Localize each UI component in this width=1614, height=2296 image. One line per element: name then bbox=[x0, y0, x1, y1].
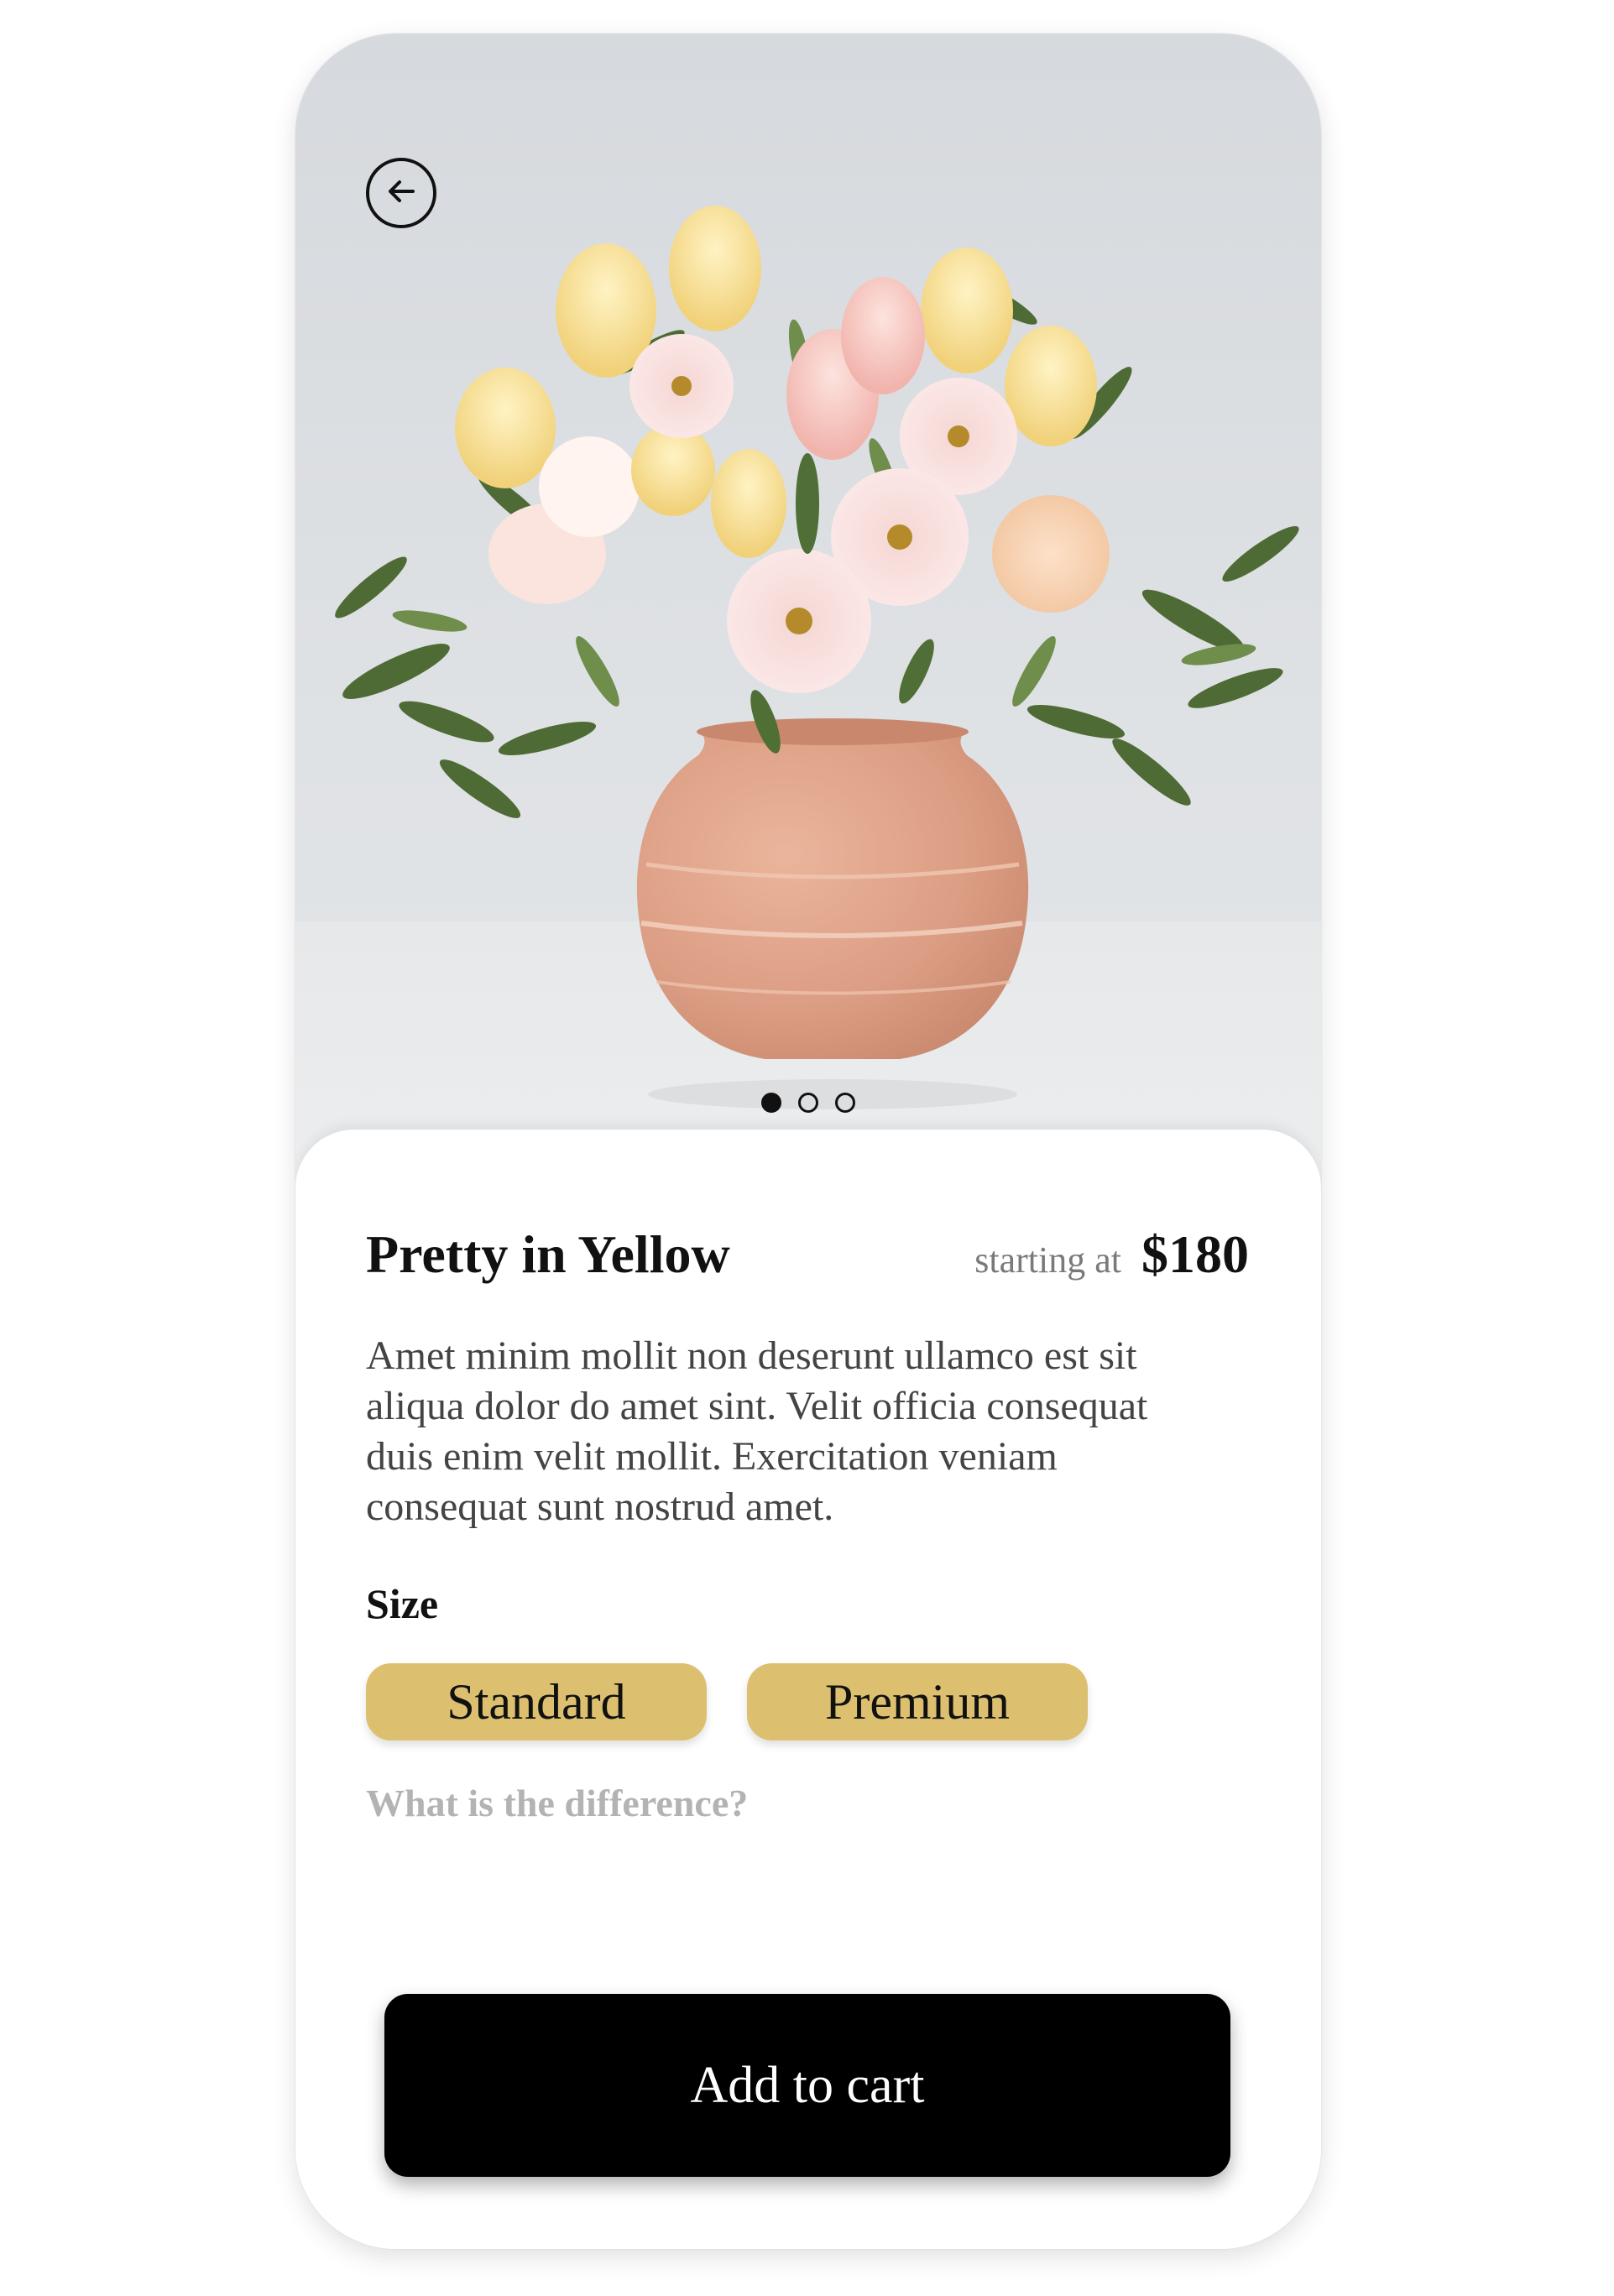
arrow-left-circle-icon bbox=[381, 171, 421, 216]
product-title: Pretty in Yellow bbox=[366, 1224, 730, 1284]
flower-vase-image bbox=[335, 206, 1299, 1109]
size-premium-button[interactable]: Premium bbox=[747, 1663, 1088, 1740]
back-button[interactable] bbox=[366, 158, 436, 228]
carousel-indicator bbox=[295, 1093, 1321, 1113]
carousel-dot[interactable] bbox=[761, 1093, 781, 1113]
product-image-carousel[interactable] bbox=[295, 34, 1321, 1225]
carousel-dot[interactable] bbox=[798, 1093, 818, 1113]
size-label: Size bbox=[366, 1580, 439, 1627]
add-to-cart-button[interactable]: Add to cart bbox=[384, 1994, 1230, 2177]
product-details-sheet: Pretty in Yellow starting at $180 Amet m… bbox=[295, 1130, 1321, 2249]
size-difference-link[interactable]: What is the difference? bbox=[366, 1781, 748, 1825]
price-prefix: starting at bbox=[974, 1239, 1121, 1281]
size-standard-button[interactable]: Standard bbox=[366, 1663, 707, 1740]
price-block: starting at $180 bbox=[974, 1224, 1249, 1286]
product-price: $180 bbox=[1141, 1224, 1249, 1284]
phone-frame: Pretty in Yellow starting at $180 Amet m… bbox=[295, 34, 1321, 2249]
size-options: Standard Premium bbox=[366, 1663, 1088, 1740]
product-description: Amet minim mollit non deserunt ullamco e… bbox=[366, 1333, 1148, 1529]
carousel-dot[interactable] bbox=[835, 1093, 855, 1113]
